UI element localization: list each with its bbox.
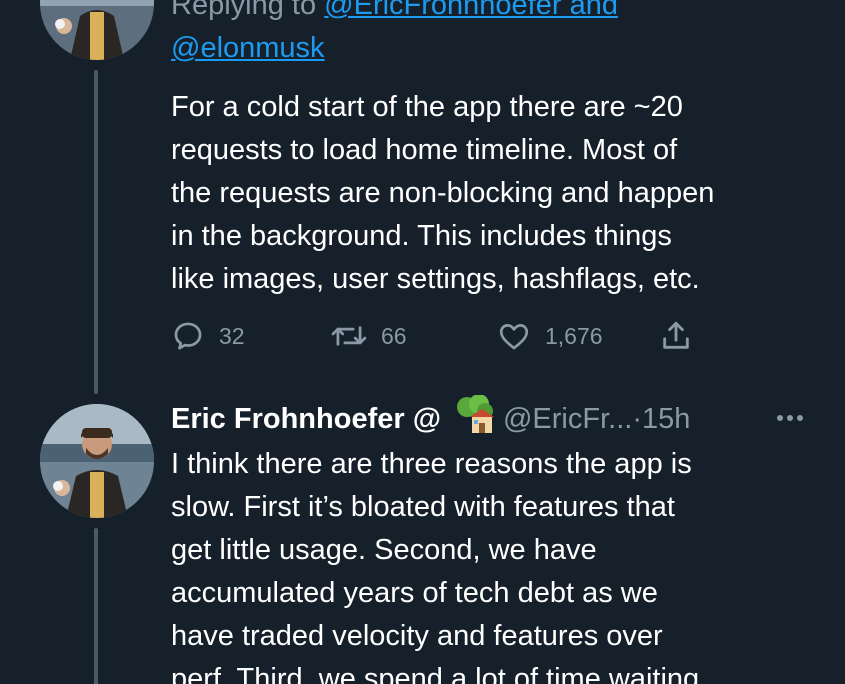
mention-ericfrohnhoefer-link[interactable]: @EricFrohnhoefer and [324,0,618,21]
share-button[interactable] [659,314,707,358]
replying-prefix: Replying to [171,0,325,21]
more-dots-icon [777,415,803,421]
retweet-button[interactable]: 66 [331,314,407,358]
tweet-thread: Replying to @EricFrohnhoefer and @elonmu… [0,0,845,684]
retweet-icon [331,326,367,346]
tweet-1-line: in the background. This includes things [171,220,672,252]
thread-line-top [94,70,98,394]
tweet-2-line: accumulated years of tech debt as we [171,577,658,609]
tweet-2-text: I think there are three reasons the app … [171,443,821,684]
replying-to: Replying to @EricFrohnhoefer and @elonmu… [171,0,821,70]
tweet-2-header: Eric Frohnhoefer @ @EricFr... · 15h [171,394,811,443]
more-options-button[interactable] [772,400,808,436]
tweet-timestamp[interactable]: 15h [642,403,690,436]
avatar-eric[interactable] [40,404,154,518]
author-handle[interactable]: @EricFr... [503,403,632,436]
tweet-2-line: perf. Third, we spend a lot of time wait… [171,663,700,684]
tweet-2-line: get little usage. Second, we have [171,534,597,566]
speech-bubble-icon [174,322,202,350]
tweet-1-line: like images, user settings, hashflags, e… [171,263,700,295]
avatar-photo-icon [40,404,154,518]
tree-house-emoji-icon [453,394,497,443]
like-button[interactable]: 1,676 [497,314,603,358]
tweet-2-line: have traded velocity and features over [171,620,663,652]
tweet-1-text: For a cold start of the app there are ~2… [171,86,821,301]
like-count: 1,676 [545,322,603,349]
tweet-1-line: requests to load home timeline. Most of [171,134,678,166]
tweet-2-line: slow. First it’s bloated with features t… [171,491,675,523]
tweet-1-line: the requests are non-blocking and happen [171,177,715,209]
header-separator: · [632,402,642,435]
author-name[interactable]: Eric Frohnhoefer @ [171,403,441,436]
tweet-2-line: I think there are three reasons the app … [171,448,692,480]
heart-icon [499,324,529,350]
avatar-top[interactable] [40,0,154,60]
thread-line-bottom [94,528,98,684]
tweet-1-actions: 32 66 1,676 [171,314,731,358]
avatar-photo-icon [40,0,154,60]
retweet-count: 66 [381,322,407,349]
mention-elonmusk-link[interactable]: @elonmusk [171,32,325,64]
reply-count: 32 [219,322,245,349]
tweet-1-line: For a cold start of the app there are ~2… [171,91,683,123]
share-icon [663,321,689,349]
reply-button[interactable]: 32 [171,314,245,358]
